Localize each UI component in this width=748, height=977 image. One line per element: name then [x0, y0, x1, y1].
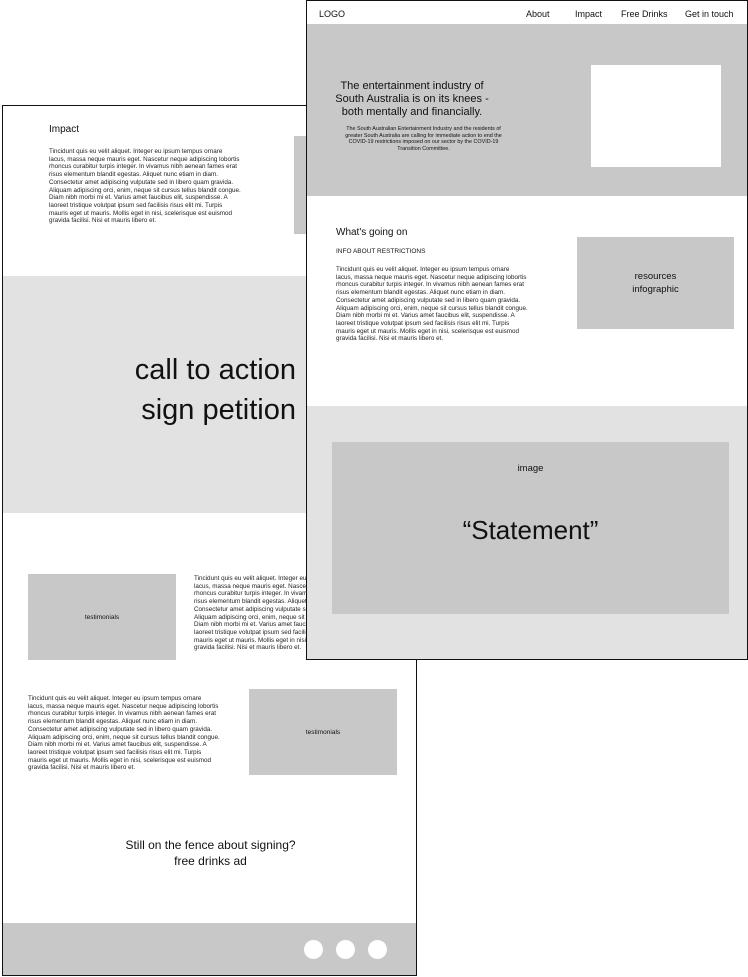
- hero-title: The entertainment industry of South Aust…: [335, 80, 489, 118]
- front-page-wireframe: LOGO About Impact Free Drinks Get in tou…: [306, 0, 748, 660]
- testimonials-placeholder-1: testimonials: [28, 574, 176, 660]
- impact-body-text: Tincidunt quis eu velit aliquet. Integer…: [49, 148, 241, 225]
- free-drinks-ad[interactable]: Still on the fence about signing? free d…: [3, 837, 416, 869]
- info-restrictions-label: INFO ABOUT RESTRICTIONS: [336, 248, 426, 255]
- nav-link-get-in-touch[interactable]: Get in touch: [685, 9, 734, 19]
- hero-section: The entertainment industry of South Aust…: [307, 24, 747, 196]
- hero-body-text: The South Australian Entertainment Indus…: [345, 126, 502, 153]
- carousel-dot-2[interactable]: [336, 940, 355, 959]
- call-to-action-title[interactable]: call to action sign petition: [3, 350, 296, 430]
- impact-heading: Impact: [49, 124, 80, 135]
- restrictions-body-text: Tincidunt quis eu velit aliquet. Integer…: [336, 266, 528, 343]
- resources-infographic-placeholder: resources infographic: [577, 237, 734, 329]
- carousel-dot-3[interactable]: [368, 940, 387, 959]
- nav-link-impact[interactable]: Impact: [575, 9, 602, 19]
- statement-section: image “Statement”: [307, 406, 747, 659]
- testimonials-placeholder-2: testimonials: [249, 689, 397, 775]
- statement-image-placeholder: image “Statement”: [332, 442, 729, 614]
- whats-going-on-heading: What's going on: [336, 227, 408, 238]
- testimonials-body-text-2: Tincidunt quis eu velit aliquet. Integer…: [28, 695, 220, 772]
- hero-image-placeholder: [591, 65, 721, 167]
- statement-text: “Statement”: [462, 515, 599, 545]
- nav-link-about[interactable]: About: [526, 9, 550, 19]
- nav-link-free-drinks[interactable]: Free Drinks: [621, 9, 668, 19]
- image-label: image: [517, 463, 544, 474]
- carousel-dot-1[interactable]: [304, 940, 323, 959]
- logo[interactable]: LOGO: [319, 9, 345, 19]
- footer-bar: [3, 923, 416, 975]
